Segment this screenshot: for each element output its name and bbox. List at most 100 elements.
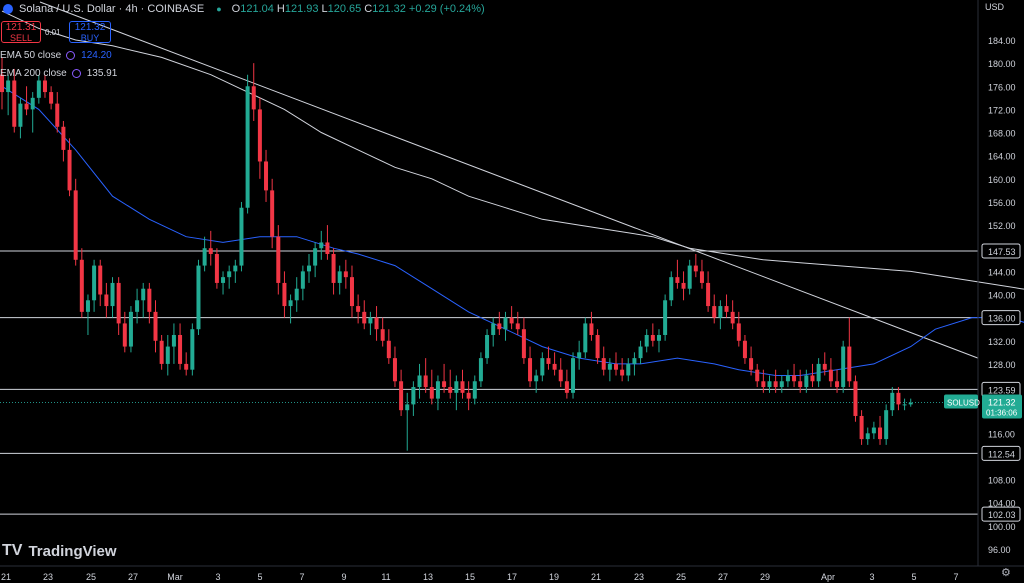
- candle: [423, 358, 428, 393]
- candle: [245, 74, 250, 214]
- buy-button[interactable]: 121.32 BUY: [69, 21, 111, 43]
- ema200-legend[interactable]: EMA 200 close 135.91: [0, 68, 117, 79]
- price-chart[interactable]: 96.00100.00104.00108.00116.00120.00128.0…: [0, 0, 1024, 583]
- candle-body: [521, 329, 526, 359]
- ema50-legend[interactable]: EMA 50 close 124.20: [0, 50, 112, 61]
- candle-body: [319, 242, 324, 249]
- candle: [239, 201, 244, 272]
- x-tick-label: 3: [869, 572, 874, 582]
- price-axis: 96.00100.00104.00108.00116.00120.00128.0…: [0, 0, 1024, 567]
- candle-body: [429, 387, 434, 399]
- candle-body: [571, 358, 576, 393]
- candle-body: [356, 306, 361, 312]
- candle: [257, 97, 262, 179]
- currency-label[interactable]: USD: [985, 2, 1004, 12]
- x-tick-label: 15: [465, 572, 475, 582]
- candle: [583, 317, 588, 359]
- candle-body: [67, 149, 72, 191]
- candle: [675, 259, 680, 289]
- candle: [601, 346, 606, 376]
- candle: [30, 92, 35, 133]
- candle-body: [804, 375, 809, 388]
- symbol-title[interactable]: Solana / U.S. Dollar · 4h · COINBASE: [19, 3, 204, 15]
- ema200-label: EMA 200 close: [0, 68, 67, 79]
- sell-button[interactable]: 121.31 SELL: [1, 21, 41, 43]
- x-tick-label: 5: [257, 572, 262, 582]
- candle-body: [890, 392, 895, 411]
- candle: [429, 369, 434, 405]
- candle: [589, 311, 594, 341]
- candle: [847, 317, 852, 388]
- candle: [644, 329, 649, 353]
- candle-body: [264, 161, 269, 191]
- candle-body: [159, 340, 164, 364]
- candle: [865, 427, 870, 445]
- candle-body: [208, 248, 213, 255]
- candle-body: [423, 375, 428, 388]
- candle: [779, 375, 784, 393]
- settings-icon[interactable]: [71, 69, 81, 78]
- candle: [67, 138, 72, 197]
- candle-body: [442, 381, 447, 388]
- trendline-segment: [39, 1, 979, 359]
- candle: [337, 265, 342, 295]
- solana-logo-icon: [3, 4, 13, 14]
- x-tick-label: 25: [676, 572, 686, 582]
- sell-label: SELL: [9, 33, 33, 43]
- trendline: [39, 1, 979, 359]
- candle-body: [472, 381, 477, 399]
- candle: [165, 334, 170, 376]
- chart-header: Solana / U.S. Dollar · 4h · COINBASE ● O…: [0, 0, 485, 18]
- candle-body: [828, 369, 833, 382]
- candle-body: [515, 323, 520, 330]
- candle-body: [110, 282, 115, 307]
- candle: [669, 271, 674, 307]
- candle: [736, 311, 741, 347]
- candle: [368, 311, 373, 335]
- candle: [638, 340, 643, 364]
- candle-body: [792, 375, 797, 382]
- candle-body: [233, 265, 238, 272]
- candle-body: [73, 190, 78, 260]
- candle-body: [767, 381, 772, 388]
- candle-body: [534, 375, 539, 382]
- candle-body: [460, 381, 465, 393]
- candle: [724, 294, 729, 318]
- candle-body: [405, 404, 410, 411]
- candle: [552, 352, 557, 376]
- candle-body: [307, 265, 311, 272]
- candle-body: [816, 363, 821, 382]
- candle-body: [343, 271, 348, 278]
- candle-body: [847, 346, 852, 382]
- candle-body: [294, 288, 299, 301]
- candle-body: [779, 381, 784, 388]
- gear-icon[interactable]: ⚙: [1001, 566, 1011, 579]
- candle: [515, 311, 520, 335]
- candle: [18, 97, 23, 139]
- candle: [208, 230, 213, 266]
- candle: [411, 381, 416, 416]
- low-value: 120.65: [327, 3, 362, 15]
- candle-body: [878, 427, 883, 440]
- candle: [810, 363, 815, 388]
- candle-body: [61, 126, 66, 150]
- candle-body: [448, 387, 453, 393]
- candle: [251, 63, 256, 121]
- candle: [742, 334, 747, 364]
- candle: [896, 387, 901, 411]
- y-tick-label: 144.00: [988, 267, 1016, 277]
- candle: [466, 381, 471, 411]
- candle-body: [871, 427, 876, 434]
- candle-body: [908, 402, 913, 405]
- y-tick-label: 184.00: [988, 36, 1016, 46]
- candle: [687, 259, 692, 295]
- candle-body: [98, 265, 103, 295]
- candle-body: [79, 259, 84, 312]
- ema50-label: EMA 50 close: [0, 50, 62, 61]
- candle: [871, 421, 876, 440]
- candle: [135, 288, 140, 324]
- ema200-line: [1, 10, 1024, 290]
- x-tick-label: Mar: [167, 572, 183, 582]
- settings-icon[interactable]: [66, 51, 76, 60]
- candle: [171, 323, 176, 364]
